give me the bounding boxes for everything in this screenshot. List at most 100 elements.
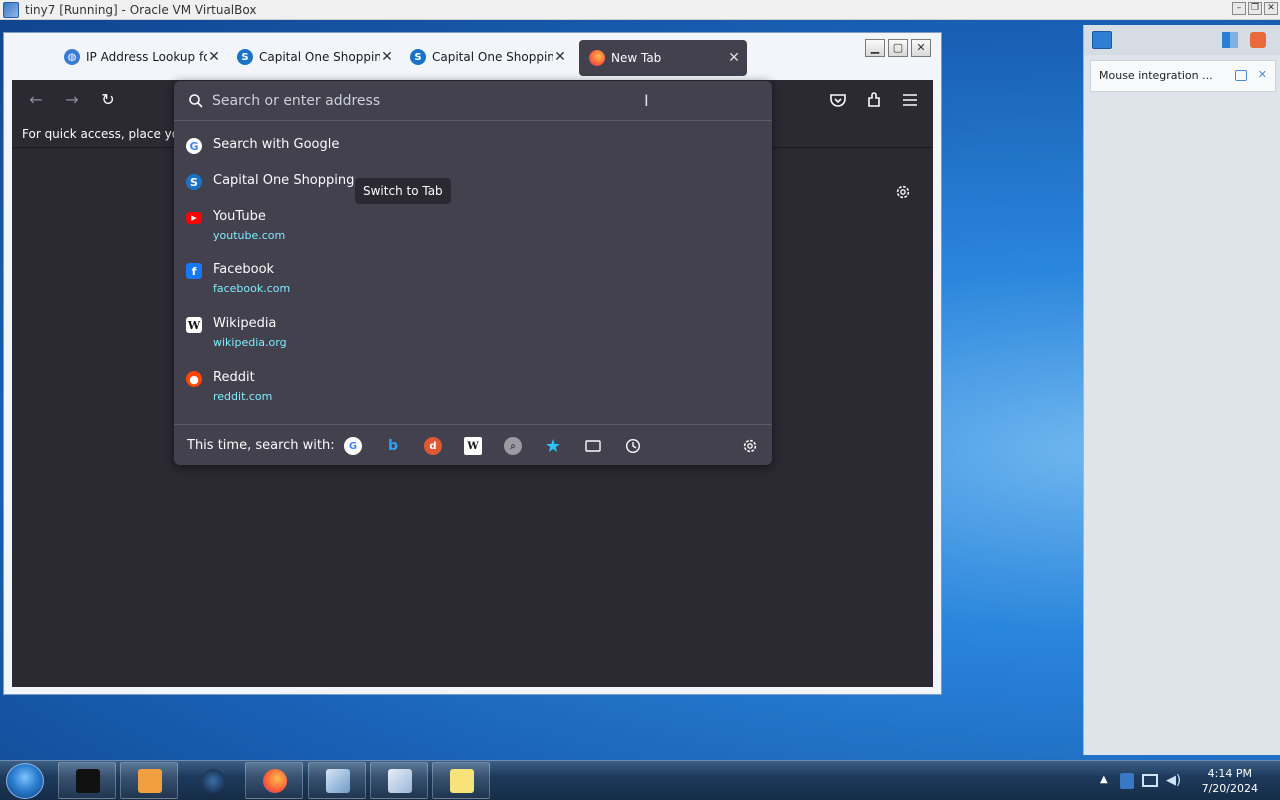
tab-label: IP Address Lookup fo xyxy=(86,50,207,64)
result-title: Search with Google xyxy=(213,137,340,152)
reddit-icon: ● xyxy=(186,371,202,387)
taskbar-app-3[interactable] xyxy=(183,762,241,799)
one-off-label: This time, search with: xyxy=(187,438,335,453)
host-minimize-button[interactable]: – xyxy=(1232,2,1246,15)
capital-one-icon: S xyxy=(237,49,253,65)
forward-icon[interactable]: → xyxy=(62,90,82,110)
start-button[interactable] xyxy=(6,763,44,799)
taskbar-app-2[interactable] xyxy=(120,762,178,799)
tab-capital-one-1[interactable]: S Capital One Shopping ✕ xyxy=(227,39,400,75)
notice-info-icon[interactable] xyxy=(1235,70,1247,81)
virtualbox-icon xyxy=(326,769,350,793)
tab-capital-one-2[interactable]: S Capital One Shopping ✕ xyxy=(400,39,573,75)
result-url: facebook.com xyxy=(213,282,291,295)
wikipedia-icon[interactable]: W xyxy=(464,437,482,455)
maximize-button[interactable]: ▢ xyxy=(888,39,908,57)
google-icon: G xyxy=(186,138,202,154)
clock-time: 4:14 PM xyxy=(1207,767,1252,780)
tab-close-icon[interactable]: ✕ xyxy=(380,49,394,65)
host-restore-button[interactable]: ❐ xyxy=(1248,2,1262,15)
text-cursor-icon: I xyxy=(644,91,649,110)
tiny7-icon xyxy=(388,769,412,793)
result-title: Reddit xyxy=(213,370,255,385)
volume-icon[interactable]: ◀) xyxy=(1166,773,1181,788)
search-engine-icon[interactable]: ⌕ xyxy=(504,437,522,455)
urlbar-input-row: I xyxy=(174,81,772,121)
notice-close-icon[interactable]: ✕ xyxy=(1258,68,1267,82)
taskbar-app-5[interactable] xyxy=(308,762,366,799)
tab-strip: ◍ IP Address Lookup fo ✕ S Capital One S… xyxy=(54,39,747,77)
extensions-icon[interactable] xyxy=(864,90,884,110)
clock-date: 7/20/2024 xyxy=(1201,782,1258,795)
bookmarks-icon[interactable]: ★ xyxy=(544,436,562,457)
tabs-icon[interactable] xyxy=(584,437,602,455)
tab-label: Capital One Shopping xyxy=(259,50,380,64)
history-icon[interactable] xyxy=(624,437,642,455)
tray-app-icon[interactable] xyxy=(1120,773,1134,789)
minimize-button[interactable]: ▁ xyxy=(865,39,885,57)
terminal-icon xyxy=(76,769,100,793)
host-title-bar: tiny7 [Running] - Oracle VM VirtualBox –… xyxy=(0,0,1280,20)
network-icon[interactable] xyxy=(1142,774,1158,787)
result-url: reddit.com xyxy=(213,390,273,403)
search-settings-gear-icon[interactable] xyxy=(741,437,759,455)
google-icon[interactable]: G xyxy=(344,437,362,455)
guest-desktop: ◍ IP Address Lookup fo ✕ S Capital One S… xyxy=(0,20,1280,760)
host-window-title: tiny7 [Running] - Oracle VM VirtualBox xyxy=(25,2,257,17)
firefox-icon xyxy=(263,769,287,793)
one-off-search-bar: This time, search with: G b d W ⌕ ★ xyxy=(174,424,772,465)
gear-icon[interactable] xyxy=(894,183,912,201)
tab-close-icon[interactable]: ✕ xyxy=(553,49,567,65)
side-panel-toolbar xyxy=(1084,25,1280,55)
tools-icon[interactable] xyxy=(1250,32,1266,48)
sticky-notes-icon xyxy=(450,769,474,793)
taskbar: ▲ ◀) 4:14 PM 7/20/2024 xyxy=(0,760,1280,800)
bing-icon[interactable]: b xyxy=(384,437,402,455)
firefox-icon xyxy=(589,50,605,66)
globe-icon xyxy=(201,769,225,793)
pocket-icon[interactable] xyxy=(828,90,848,110)
result-title: Facebook xyxy=(213,262,275,277)
capital-one-icon: S xyxy=(410,49,426,65)
tab-label: Capital One Shopping xyxy=(432,50,553,64)
host-close-button[interactable]: ✕ xyxy=(1264,2,1278,15)
result-url: wikipedia.org xyxy=(213,336,287,349)
media-player-icon xyxy=(138,769,162,793)
virtualbox-icon xyxy=(3,1,19,18)
reload-icon[interactable]: ↻ xyxy=(98,90,118,110)
system-tray: ▲ ◀) 4:14 PM 7/20/2024 xyxy=(1090,761,1280,800)
host-window-controls: – ❐ ✕ xyxy=(1232,2,1278,15)
result-title: Capital One Shopping xyxy=(213,173,355,188)
result-title: Wikipedia xyxy=(213,316,277,331)
taskbar-app-7[interactable] xyxy=(432,762,490,799)
notification-icon[interactable] xyxy=(1092,31,1112,49)
tab-close-icon[interactable]: ✕ xyxy=(207,49,221,65)
taskbar-app-6[interactable] xyxy=(370,762,428,799)
capital-one-icon: S xyxy=(186,174,202,190)
tab-close-icon[interactable]: ✕ xyxy=(727,50,741,66)
wikipedia-icon: W xyxy=(186,317,202,333)
tab-ip-lookup[interactable]: ◍ IP Address Lookup fo ✕ xyxy=(54,39,227,75)
taskbar-firefox[interactable] xyxy=(245,762,303,799)
close-button[interactable]: ✕ xyxy=(911,39,931,57)
tab-label: New Tab xyxy=(611,51,662,65)
urlbar-dropdown: I G Search with Google S Capital One Sho… xyxy=(174,81,772,465)
clock[interactable]: 4:14 PM 7/20/2024 xyxy=(1202,766,1258,796)
switch-to-tab-badge[interactable]: Switch to Tab xyxy=(355,178,451,204)
notice-text: Mouse integration ... xyxy=(1099,69,1213,82)
mouse-integration-notice[interactable]: Mouse integration ... ✕ xyxy=(1090,60,1276,92)
taskbar-app-1[interactable] xyxy=(58,762,116,799)
firefox-window-controls: ▁ ▢ ✕ xyxy=(865,39,931,57)
menu-icon[interactable] xyxy=(900,90,920,110)
tray-expand-icon[interactable]: ▲ xyxy=(1100,774,1108,785)
address-input[interactable] xyxy=(212,89,632,113)
result-url: youtube.com xyxy=(213,229,286,242)
layout-icon[interactable] xyxy=(1222,32,1238,48)
youtube-icon: ▶ xyxy=(186,212,202,224)
duckduckgo-icon[interactable]: d xyxy=(424,437,442,455)
facebook-icon: f xyxy=(186,263,202,279)
back-icon[interactable]: ← xyxy=(26,90,46,110)
tab-new-tab[interactable]: New Tab ✕ xyxy=(579,40,747,76)
search-icon xyxy=(189,94,203,108)
globe-icon: ◍ xyxy=(64,49,80,65)
